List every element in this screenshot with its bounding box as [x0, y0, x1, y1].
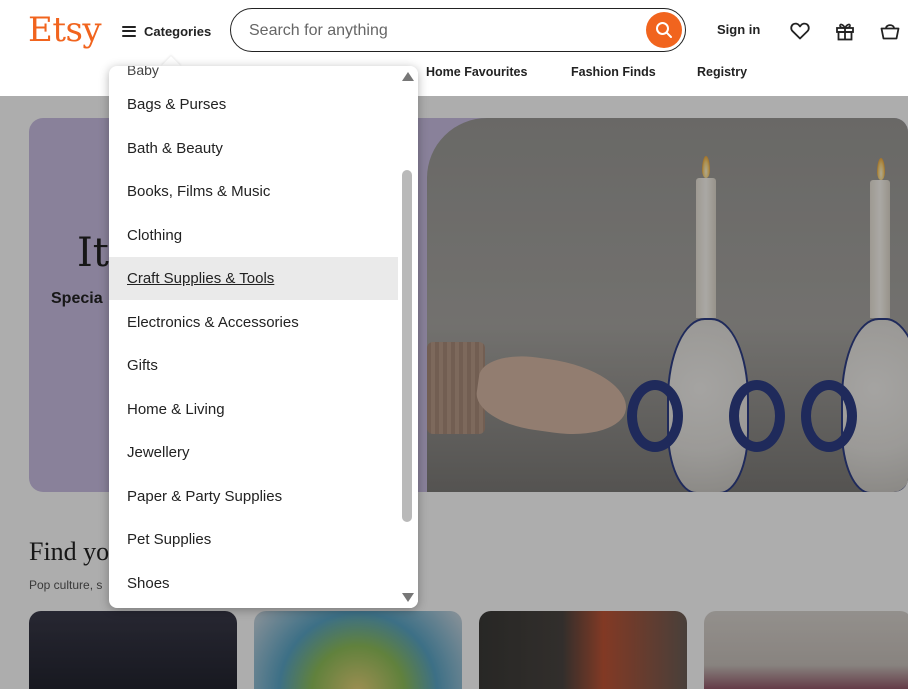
search-icon	[656, 22, 672, 38]
categories-dropdown: Baby Bags & Purses Bath & Beauty Books, …	[109, 66, 418, 608]
favorites-button[interactable]	[789, 20, 811, 42]
gift-button[interactable]	[834, 20, 856, 42]
search-bar	[230, 8, 686, 52]
subnav-fashion-finds[interactable]: Fashion Finds	[571, 65, 656, 79]
menu-icon	[122, 25, 136, 37]
bag-icon	[880, 24, 900, 40]
menu-item-home-living[interactable]: Home & Living	[109, 388, 398, 431]
categories-label: Categories	[144, 23, 212, 39]
cart-button[interactable]	[879, 20, 901, 42]
menu-item-pet-supplies[interactable]: Pet Supplies	[109, 518, 398, 561]
menu-item-craft-supplies-tools[interactable]: Craft Supplies & Tools	[109, 257, 398, 300]
subnav-home-favourites[interactable]: Home Favourites	[426, 65, 527, 79]
etsy-logo[interactable]: Etsy	[28, 10, 102, 50]
categories-button[interactable]: Categories	[122, 18, 211, 44]
scroll-down-arrow-icon[interactable]	[402, 593, 414, 602]
menu-item-paper-party-supplies[interactable]: Paper & Party Supplies	[109, 475, 398, 518]
dropdown-scrollbar[interactable]	[398, 66, 418, 608]
menu-item-bath-beauty[interactable]: Bath & Beauty	[109, 127, 398, 170]
search-button[interactable]	[646, 12, 682, 48]
sign-in-link[interactable]: Sign in	[717, 22, 760, 37]
menu-item-books-films-music[interactable]: Books, Films & Music	[109, 170, 398, 213]
menu-item-shoes[interactable]: Shoes	[109, 562, 398, 605]
menu-item-gifts[interactable]: Gifts	[109, 344, 398, 387]
heart-icon	[790, 22, 810, 40]
menu-item-clothing[interactable]: Clothing	[109, 214, 398, 257]
scroll-up-arrow-icon[interactable]	[402, 72, 414, 81]
subnav-registry[interactable]: Registry	[697, 65, 747, 79]
scrollbar-thumb[interactable]	[402, 170, 412, 522]
search-input[interactable]	[247, 9, 641, 52]
menu-item-bags-purses[interactable]: Bags & Purses	[109, 83, 398, 126]
menu-item-jewellery[interactable]: Jewellery	[109, 431, 398, 474]
menu-item-electronics-accessories[interactable]: Electronics & Accessories	[109, 301, 398, 344]
gift-icon	[836, 23, 854, 41]
